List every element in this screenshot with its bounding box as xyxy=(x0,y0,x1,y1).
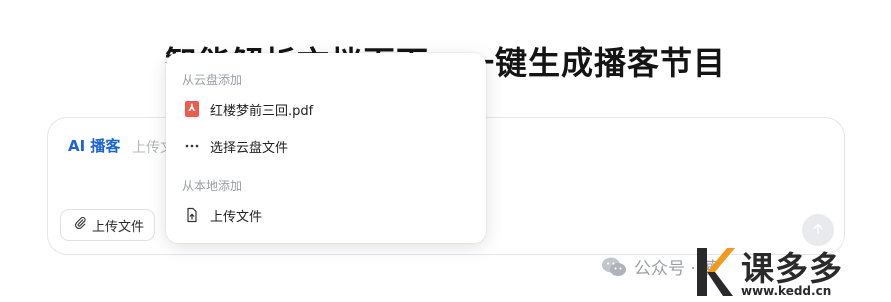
more-icon xyxy=(184,138,200,154)
pdf-icon: ⅄ xyxy=(184,101,200,117)
arrow-up-icon xyxy=(811,221,825,240)
k-logo-icon xyxy=(697,248,735,296)
wechat-icon xyxy=(600,256,628,278)
menu-item-upload-local[interactable]: 上传文件 xyxy=(174,199,478,231)
kedd-logo: 课多多 www.kedd.cn xyxy=(695,240,891,302)
file-upload-icon xyxy=(184,207,200,223)
upload-file-label: 上传文件 xyxy=(92,219,145,235)
local-section-label: 从本地添加 xyxy=(182,179,243,193)
menu-item-choose-cloud[interactable]: 选择云盘文件 xyxy=(174,130,478,162)
upload-file-button[interactable]: 上传文件 xyxy=(60,209,156,241)
upload-source-menu: 从云盘添加 ⅄ 红楼梦前三回.pdf 选择云盘文件 从本地添加 上传文件 xyxy=(166,53,486,243)
cloud-section-label: 从云盘添加 xyxy=(182,73,243,87)
brand-name: 课多多 xyxy=(741,249,843,288)
cloud-file-name: 红楼梦前三回.pdf xyxy=(210,103,314,119)
brand-url: www.kedd.cn xyxy=(741,284,832,298)
paperclip-icon xyxy=(73,216,87,234)
ai-podcast-badge: AI 播客 xyxy=(68,137,121,155)
menu-item-cloud-file[interactable]: ⅄ 红楼梦前三回.pdf xyxy=(174,93,478,125)
choose-cloud-label: 选择云盘文件 xyxy=(210,140,289,156)
upload-local-label: 上传文件 xyxy=(210,209,263,225)
